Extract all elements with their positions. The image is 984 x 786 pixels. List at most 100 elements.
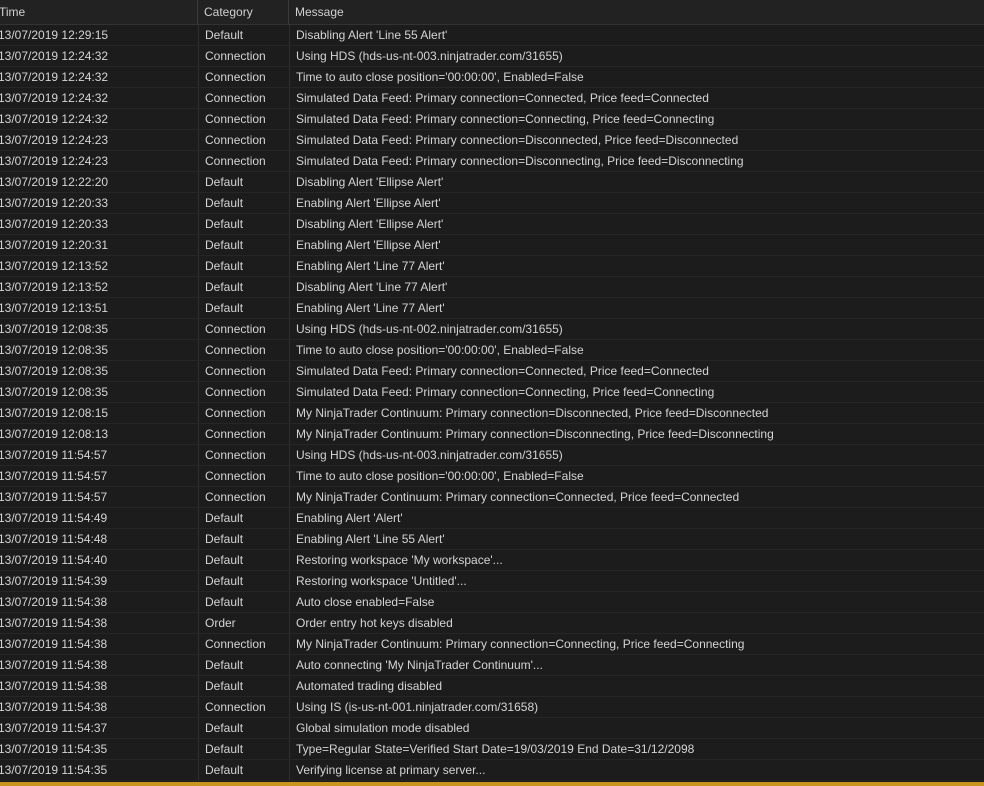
log-category-cell: Connection: [198, 403, 289, 423]
log-row[interactable]: 13/07/2019 11:54:37 Default Global simulat…: [0, 718, 984, 739]
log-row[interactable]: 13/07/2019 11:54:57 Connection My NinjaTra…: [0, 487, 984, 508]
log-category-cell: Connection: [198, 46, 289, 66]
log-row[interactable]: 13/07/2019 12:22:20 Default Disabling Aler…: [0, 172, 984, 193]
log-row[interactable]: 13/07/2019 11:54:48 Default Enabling Alert…: [0, 529, 984, 550]
log-time-cell: 13/07/2019 11:54:49: [0, 511, 108, 525]
log-category-cell: Default: [198, 235, 289, 255]
log-category-cell: Default: [198, 256, 289, 276]
column-header-message[interactable]: Message: [288, 0, 984, 25]
log-row[interactable]: 13/07/2019 11:54:38 Default Auto connectin…: [0, 655, 984, 676]
log-category-cell: Order: [198, 613, 289, 633]
log-time-cell: 13/07/2019 11:54:38: [0, 637, 108, 651]
log-time-cell: 13/07/2019 11:54:57: [0, 490, 108, 504]
log-row[interactable]: 13/07/2019 12:13:52 Default Disabling Aler…: [0, 277, 984, 298]
log-row[interactable]: 13/07/2019 11:54:38 Default Auto close ena…: [0, 592, 984, 613]
log-category-cell: Connection: [198, 697, 289, 717]
log-row[interactable]: 13/07/2019 12:29:15 Default Disabling Aler…: [0, 25, 984, 46]
log-time-cell: 13/07/2019 12:13:52: [0, 259, 109, 273]
log-message-cell: Global simulation mode disabled: [289, 718, 984, 738]
log-category-cell: Default: [198, 214, 289, 234]
log-row[interactable]: 13/07/2019 12:24:32 Connection Simulated D…: [0, 109, 984, 130]
log-message-cell: Simulated Data Feed: Primary connection=…: [289, 361, 984, 381]
log-message-cell: Auto close enabled=False: [289, 592, 984, 612]
log-category-cell: Connection: [198, 340, 289, 360]
column-header-category[interactable]: Category: [197, 0, 288, 25]
log-category-cell: Connection: [198, 382, 289, 402]
log-message-cell: Disabling Alert 'Ellipse Alert': [289, 172, 984, 192]
log-row[interactable]: 13/07/2019 11:54:40 Default Restoring work…: [0, 550, 984, 571]
log-time-cell: 13/07/2019 12:24:32: [0, 49, 109, 63]
log-row[interactable]: 13/07/2019 11:54:38 Default Automated trad…: [0, 676, 984, 697]
log-time-cell: 13/07/2019 12:13:52: [0, 280, 109, 294]
log-category-cell: Default: [198, 277, 289, 297]
log-row[interactable]: 13/07/2019 12:20:31 Default Enabling Alert…: [0, 235, 984, 256]
log-row[interactable]: 13/07/2019 12:08:35 Connection Time to aut…: [0, 340, 984, 361]
log-message-cell: Enabling Alert 'Alert': [289, 508, 984, 528]
log-message-cell: Type=Regular State=Verified Start Date=1…: [289, 739, 984, 759]
log-category-cell: Connection: [198, 445, 289, 465]
log-time-cell: 13/07/2019 11:54:38: [0, 679, 108, 693]
log-time-cell: 13/07/2019 12:24:23: [0, 154, 109, 168]
log-message-cell: Using HDS (hds-us-nt-002.ninjatrader.com…: [289, 319, 984, 339]
log-row[interactable]: 13/07/2019 11:54:49 Default Enabling Alert…: [0, 508, 984, 529]
log-category-cell: Default: [198, 298, 289, 318]
log-time-cell: 13/07/2019 11:54:39: [0, 574, 108, 588]
log-message-cell: Auto connecting 'My NinjaTrader Continuu…: [289, 655, 984, 675]
log-message-cell: Time to auto close position='00:00:00', …: [289, 466, 984, 486]
log-message-cell: Simulated Data Feed: Primary connection=…: [289, 88, 984, 108]
log-category-cell: Connection: [198, 487, 289, 507]
log-category-cell: Connection: [198, 319, 289, 339]
log-category-cell: Connection: [198, 424, 289, 444]
log-row[interactable]: 13/07/2019 11:54:57 Connection Using HDS (…: [0, 445, 984, 466]
log-row[interactable]: 13/07/2019 12:24:23 Connection Simulated D…: [0, 130, 984, 151]
log-row[interactable]: 13/07/2019 12:13:52 Default Enabling Alert…: [0, 256, 984, 277]
log-time-cell: 13/07/2019 12:29:15: [0, 28, 109, 42]
log-time-cell: 13/07/2019 11:54:57: [0, 469, 108, 483]
log-row[interactable]: 13/07/2019 12:08:35 Connection Simulated D…: [0, 361, 984, 382]
log-row[interactable]: 13/07/2019 11:54:38 Connection Using IS (i…: [0, 697, 984, 718]
log-time-cell: 13/07/2019 12:20:33: [0, 196, 109, 210]
log-category-cell: Connection: [198, 88, 289, 108]
log-row[interactable]: 13/07/2019 11:54:35 Default Verifying lice…: [0, 760, 984, 781]
log-message-cell: Enabling Alert 'Ellipse Alert': [289, 193, 984, 213]
log-message-cell: Using HDS (hds-us-nt-003.ninjatrader.com…: [289, 46, 984, 66]
log-row[interactable]: 13/07/2019 12:20:33 Default Disabling Aler…: [0, 214, 984, 235]
log-time-cell: 13/07/2019 12:08:35: [0, 385, 109, 399]
log-header: Time Category Message: [0, 0, 984, 25]
log-category-cell: Default: [198, 739, 289, 759]
log-row[interactable]: 13/07/2019 12:24:23 Connection Simulated D…: [0, 151, 984, 172]
log-time-cell: 13/07/2019 11:54:35: [0, 742, 108, 756]
log-row[interactable]: 13/07/2019 12:20:33 Default Enabling Alert…: [0, 193, 984, 214]
log-row[interactable]: 13/07/2019 12:24:32 Connection Using HDS (…: [0, 46, 984, 67]
log-row[interactable]: 13/07/2019 12:08:35 Connection Using HDS (…: [0, 319, 984, 340]
log-time-cell: 13/07/2019 12:13:51: [0, 301, 109, 315]
column-header-time[interactable]: Time: [0, 0, 197, 25]
log-time-cell: 13/07/2019 12:08:35: [0, 364, 109, 378]
log-time-cell: 13/07/2019 12:08:13: [0, 427, 109, 441]
log-row[interactable]: 13/07/2019 12:24:32 Connection Simulated D…: [0, 88, 984, 109]
log-time-cell: 13/07/2019 11:54:38: [0, 616, 108, 630]
log-message-cell: My NinjaTrader Continuum: Primary connec…: [289, 487, 984, 507]
log-message-cell: Enabling Alert 'Ellipse Alert': [289, 235, 984, 255]
log-row[interactable]: 13/07/2019 11:54:38 Order Order entry hot …: [0, 613, 984, 634]
log-row[interactable]: 13/07/2019 11:54:57 Connection Time to aut…: [0, 466, 984, 487]
log-time-cell: 13/07/2019 12:24:32: [0, 70, 109, 84]
log-message-cell: Enabling Alert 'Line 77 Alert': [289, 298, 984, 318]
log-row[interactable]: 13/07/2019 12:13:51 Default Enabling Alert…: [0, 298, 984, 319]
log-row[interactable]: 13/07/2019 11:54:39 Default Restoring work…: [0, 571, 984, 592]
log-message-cell: My NinjaTrader Continuum: Primary connec…: [289, 634, 984, 654]
log-time-cell: 13/07/2019 11:54:38: [0, 700, 108, 714]
log-time-cell: 13/07/2019 12:20:33: [0, 217, 109, 231]
log-message-cell: Enabling Alert 'Line 77 Alert': [289, 256, 984, 276]
log-row[interactable]: 13/07/2019 12:08:35 Connection Simulated D…: [0, 382, 984, 403]
log-row[interactable]: 13/07/2019 12:24:32 Connection Time to aut…: [0, 67, 984, 88]
log-row[interactable]: 13/07/2019 11:54:35 Default Type=Regular S…: [0, 739, 984, 760]
log-time-cell: 13/07/2019 11:54:57: [0, 448, 108, 462]
log-row[interactable]: 13/07/2019 11:54:38 Connection My NinjaTra…: [0, 634, 984, 655]
log-row[interactable]: 13/07/2019 12:08:13 Connection My NinjaTra…: [0, 424, 984, 445]
log-category-cell: Connection: [198, 361, 289, 381]
log-message-cell: Order entry hot keys disabled: [289, 613, 984, 633]
log-row[interactable]: 13/07/2019 12:08:15 Connection My NinjaTra…: [0, 403, 984, 424]
log-message-cell: Enabling Alert 'Line 55 Alert': [289, 529, 984, 549]
log-message-cell: My NinjaTrader Continuum: Primary connec…: [289, 424, 984, 444]
